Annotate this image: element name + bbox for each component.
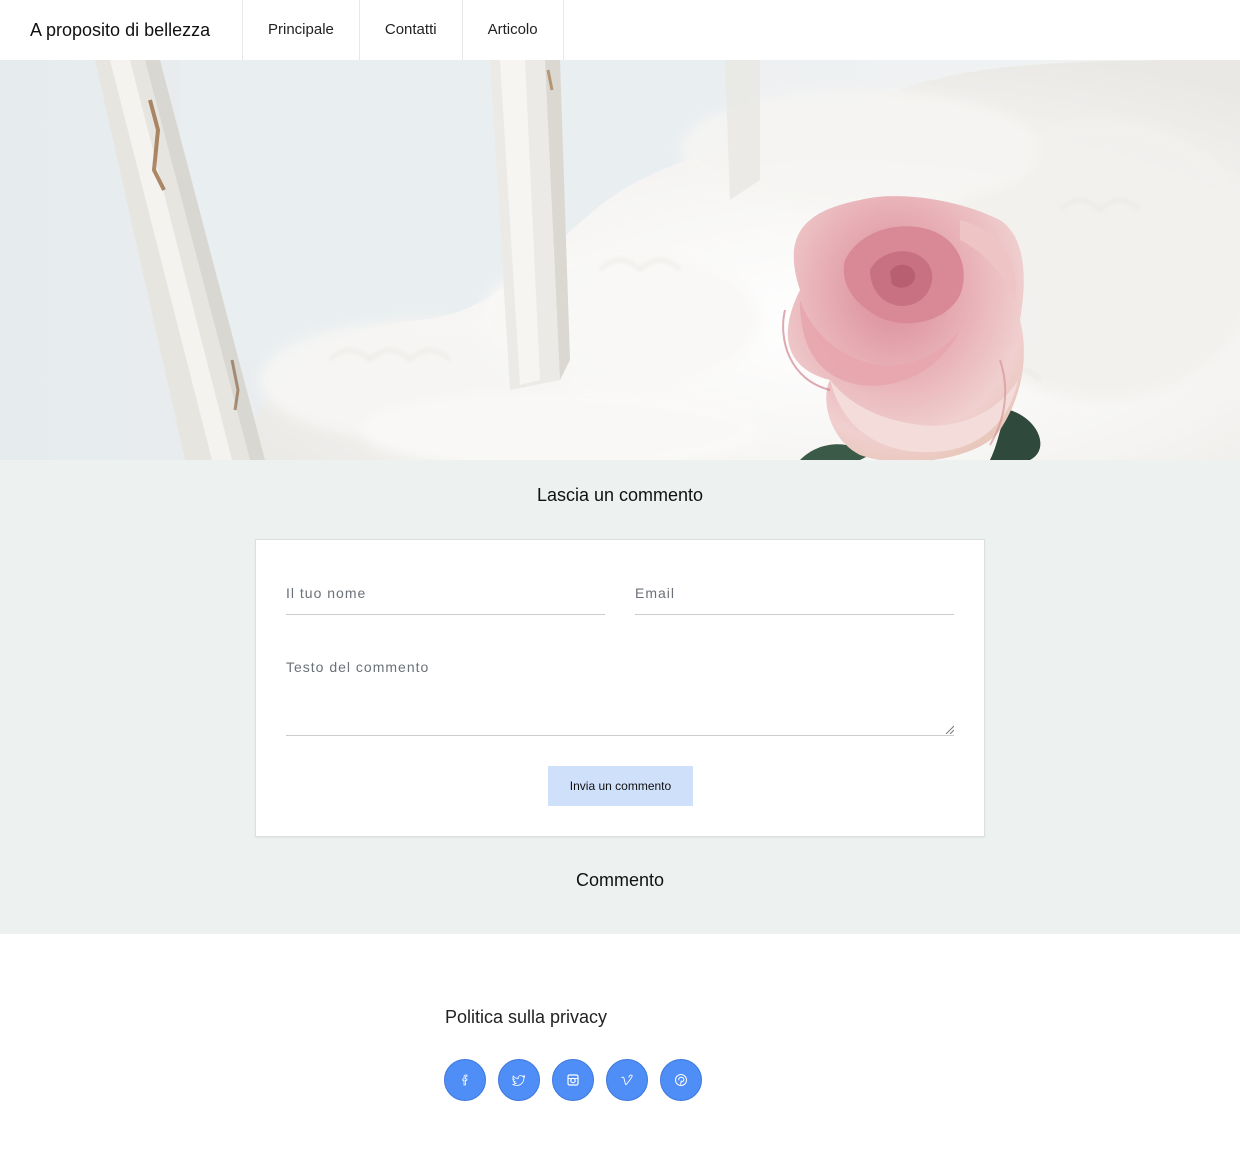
comment-form: Il tuo nome Email Testo del commento Inv… [255, 539, 985, 837]
comments-section: Lascia un commento Il tuo nome Email Tes… [0, 460, 1240, 934]
comment-textarea[interactable]: Testo del commento [286, 654, 954, 736]
pinterest-icon[interactable] [660, 1059, 702, 1101]
comment-placeholder: Testo del commento [286, 659, 430, 675]
comment-form-title: Lascia un commento [536, 485, 704, 505]
email-placeholder: Email [635, 585, 676, 601]
site-brand[interactable]: A proposito di bellezza [0, 0, 243, 60]
facebook-icon[interactable] [444, 1059, 486, 1101]
instagram-icon[interactable] [552, 1059, 594, 1101]
nav-item-contatti[interactable]: Contatti [360, 0, 463, 60]
social-links [444, 1059, 702, 1101]
privacy-policy-link[interactable]: Politica sulla privacy [445, 1007, 607, 1028]
site-footer: Politica sulla privacy [0, 934, 1240, 1171]
name-field[interactable]: Il tuo nome [286, 580, 605, 615]
hero-image [0, 60, 1240, 460]
nav-item-principale[interactable]: Principale [243, 0, 360, 60]
twitter-icon[interactable] [498, 1059, 540, 1101]
rose-photo [0, 60, 1240, 460]
email-field[interactable]: Email [635, 580, 954, 615]
nav-item-articolo[interactable]: Articolo [463, 0, 564, 60]
resize-handle-icon[interactable] [945, 725, 954, 734]
vimeo-icon[interactable] [606, 1059, 648, 1101]
name-placeholder: Il tuo nome [286, 585, 367, 601]
main-nav: Principale Contatti Articolo [243, 0, 564, 60]
comments-list-title: Commento [575, 870, 665, 890]
submit-comment-button[interactable]: Invia un commento [548, 766, 693, 806]
site-header: A proposito di bellezza Principale Conta… [0, 0, 1240, 60]
